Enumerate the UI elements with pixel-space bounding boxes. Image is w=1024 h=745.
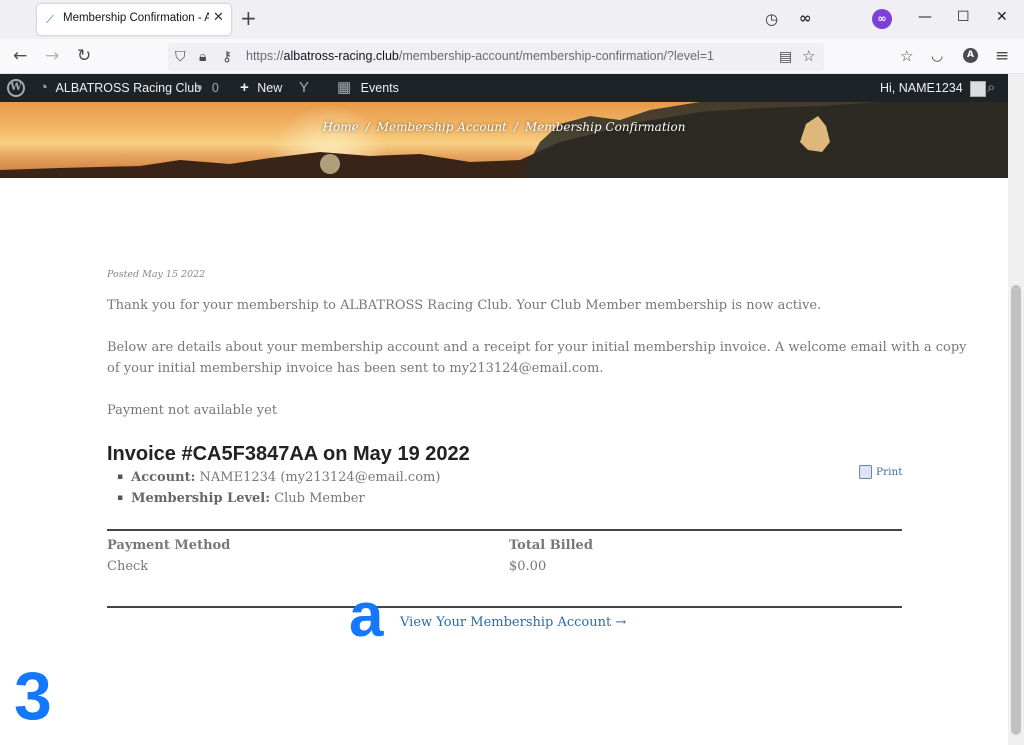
annotation-number-3: 3 [14,658,52,734]
invoice-title: Invoice #CA5F3847AA on May 19 2022 [107,443,470,465]
scrollbar-thumb[interactable] [1011,285,1021,735]
total-billed-value: $0.00 [509,559,547,574]
admin-bar-comments[interactable]: ▪ 0 [197,74,219,102]
breadcrumb-separator: / [513,120,518,134]
invoice-account-item: Account: NAME1234 (my213124@email.com) [117,467,440,488]
maximize-icon[interactable]: ☐ [957,9,970,25]
details-message-line-1: Below are details about your membership … [107,340,967,355]
wp-admin-bar: W ◔ ALBATROSS Racing Club ▪ 0 + New Y ▦ … [0,74,1008,102]
menu-icon[interactable]: ≡ [995,47,1009,65]
user-avatar [970,80,987,97]
lock-icon[interactable]: 🔒︎ [199,48,206,66]
admin-bar-site[interactable]: ◔ ALBATROSS Racing Club [39,74,201,102]
annotation-letter-a: a [349,581,384,650]
back-arrow-icon[interactable]: ← [13,47,27,65]
wordpress-logo-icon[interactable]: W [7,79,25,97]
tab-title: Membership Confirmation - ALBATROSS [63,12,209,24]
breadcrumb-membership-account[interactable]: Membership Account [377,120,507,134]
yoast-icon: Y [299,79,310,96]
reload-icon[interactable]: ↻ [77,47,91,65]
url-text[interactable]: https://albatross-racing.club/membership… [246,49,714,63]
admin-bar-new[interactable]: + New [240,74,282,102]
printer-icon [859,465,872,479]
view-membership-account-link[interactable]: View Your Membership Account → [400,615,626,630]
invoice-level-item: Membership Level: Club Member [117,488,440,509]
posted-date: Posted May 15 2022 [107,269,206,280]
minimize-icon[interactable]: — [918,9,932,25]
private-mask-icon[interactable]: ∞ [799,10,812,26]
account-value: NAME1234 (my213124@email.com) [199,470,441,485]
forward-arrow-icon[interactable]: → [45,47,59,65]
feather-icon: ⟋ [46,13,54,26]
breadcrumb: Home / Membership Account / Membership Confi… [0,120,1008,134]
calendar-icon: ▦ [337,79,352,96]
save-to-pocket-icon[interactable]: ☆ [900,47,913,65]
invoice-details-list: Account: NAME1234 (my213124@email.com) M… [117,467,440,509]
comments-count: 0 [211,81,219,95]
thank-you-message: Thank you for your membership to ALBATRO… [107,298,822,313]
browser-nav-bar: ← → ↻ ⛉ 🔒︎ ⚷ https://albatross-racing.cl… [0,39,1024,74]
greeting: Hi, NAME1234 [880,81,963,95]
payment-method-value: Check [107,559,149,574]
level-label: Membership Level: [131,491,271,506]
details-message-line-2: of your initial membership invoice has b… [107,361,604,376]
new-label: New [257,81,283,95]
url-bar[interactable]: ⛉ 🔒︎ ⚷ https://albatross-racing.club/mem… [168,43,824,71]
dashboard-gauge-icon: ◔ [39,79,49,96]
payment-method-header: Payment Method [107,538,231,553]
breadcrumb-home[interactable]: Home [323,120,359,134]
site-name: ALBATROSS Racing Club [55,81,202,95]
breadcrumb-current: Membership Confirmation [524,120,686,134]
sunset-landscape-image [0,102,1008,178]
account-label: Account: [131,470,196,485]
divider [107,606,902,608]
browser-tab-bar: ⟋ Membership Confirmation - ALBATROSS ✕ … [0,0,1024,39]
admin-bar-yoast[interactable]: Y [299,74,309,102]
search-icon[interactable]: ⌕ [987,74,995,102]
plus-icon: + [240,79,249,96]
bookmark-star-icon[interactable]: ☆ [802,47,815,65]
reader-view-icon[interactable]: ▤ [779,48,792,66]
divider [107,529,902,531]
level-value: Club Member [274,491,365,506]
history-clock-icon[interactable]: ◷ [765,11,778,27]
admin-bar-events[interactable]: ▦ Events [337,74,399,102]
hero-banner: Home / Membership Account / Membership Confi… [0,102,1008,178]
key-icon[interactable]: ⚷ [222,48,232,66]
pocket-icon[interactable]: ◡ [931,47,943,65]
payment-status: Payment not available yet [107,403,278,418]
close-window-icon[interactable]: ✕ [996,9,1008,25]
total-billed-header: Total Billed [509,538,593,553]
extension-icon[interactable]: ∞ [872,9,892,29]
print-label: Print [876,466,903,478]
browser-tab[interactable]: ⟋ Membership Confirmation - ALBATROSS ✕ [37,4,231,35]
print-link[interactable]: Print [859,465,902,479]
close-tab-icon[interactable]: ✕ [213,10,224,25]
breadcrumb-separator: / [365,120,370,134]
admin-bar-account[interactable]: Hi, NAME1234 [880,74,987,102]
comment-bubble-icon: ▪ [197,79,203,96]
events-label: Events [360,81,399,95]
account-avatar-icon[interactable]: A [963,48,978,63]
new-tab-button[interactable]: + [240,7,257,29]
shield-icon[interactable]: ⛉ [175,48,186,66]
